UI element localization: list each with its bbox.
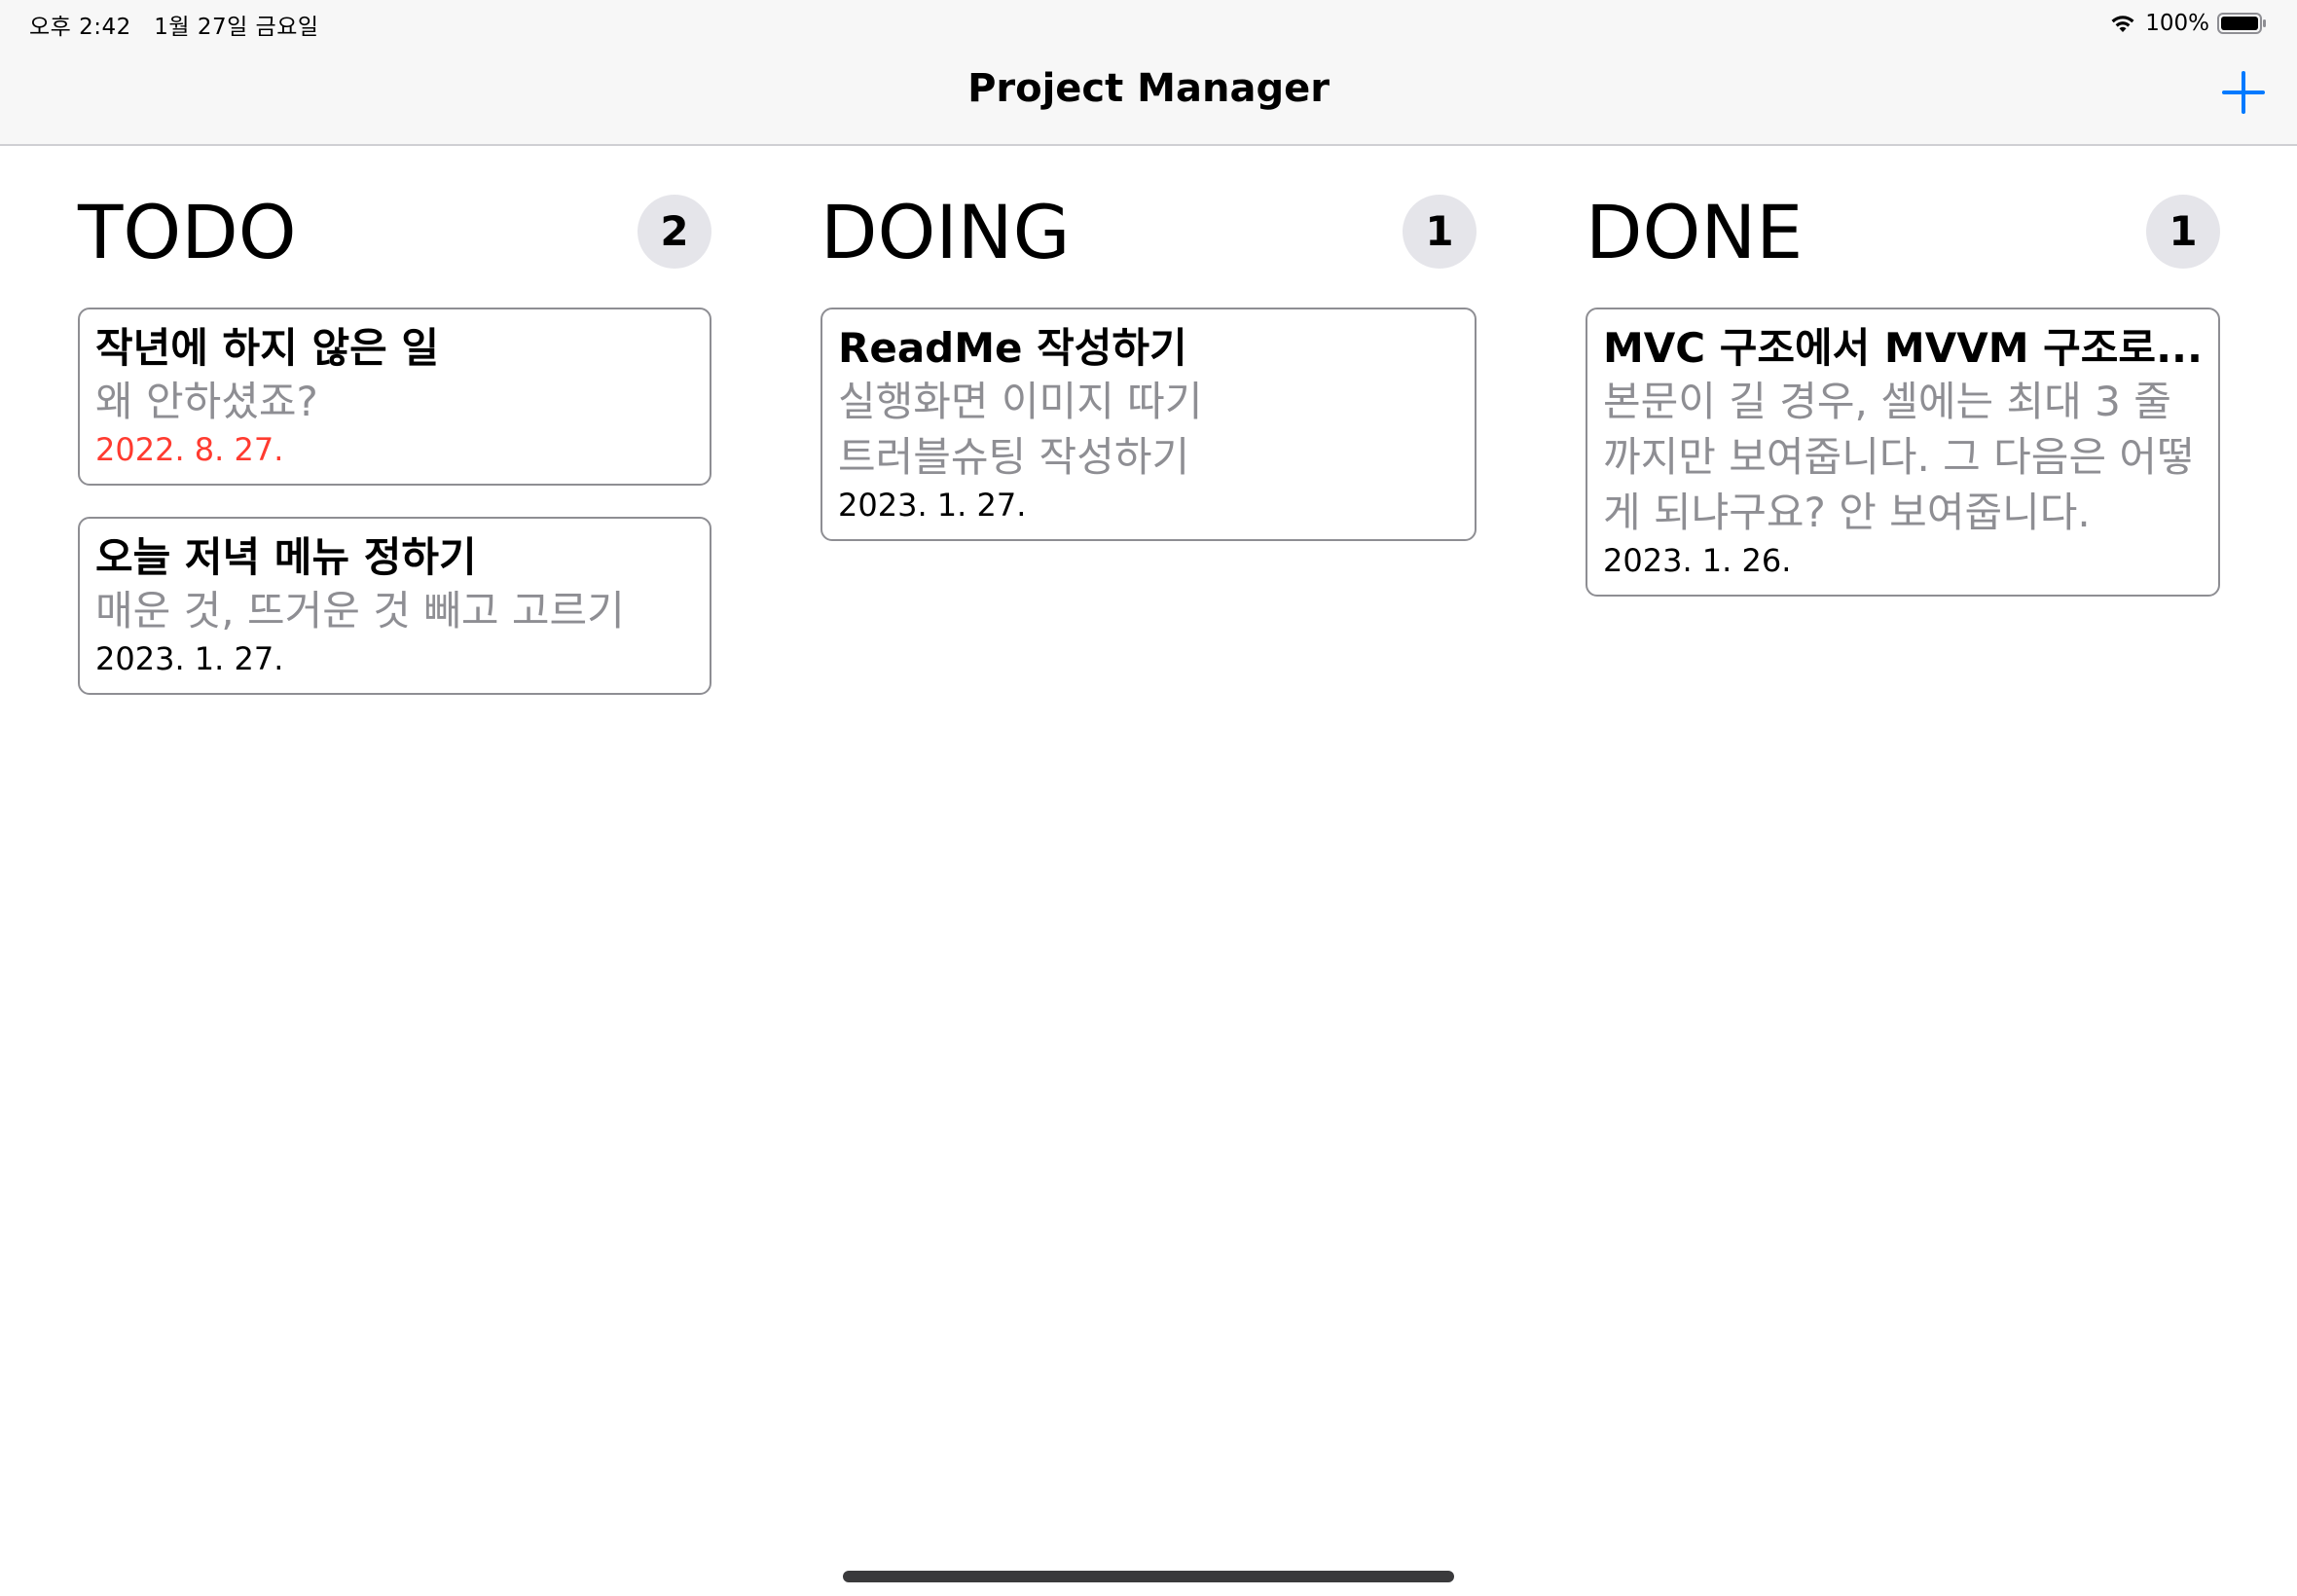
card-date: 2023. 1. 27. xyxy=(838,487,1027,524)
card-title: MVC 구조에서 MVVM 구조로... xyxy=(1603,324,2203,372)
count-badge: 1 xyxy=(2146,195,2220,269)
card-date: 2023. 1. 26. xyxy=(1603,542,1792,579)
column-done: DONE 1 MVC 구조에서 MVVM 구조로... 본문이 길 경우, 셀에… xyxy=(1586,191,2220,597)
navigation-bar: Project Manager xyxy=(0,47,2297,146)
task-card[interactable]: ReadMe 작성하기 실행화면 이미지 따기 트러블슈팅 작성하기 2023.… xyxy=(820,308,1477,541)
task-card[interactable]: MVC 구조에서 MVVM 구조로... 본문이 길 경우, 셀에는 최대 3 … xyxy=(1586,308,2220,597)
page-title: Project Manager xyxy=(967,66,1330,111)
add-button[interactable] xyxy=(2219,68,2268,117)
column-doing: DOING 1 ReadMe 작성하기 실행화면 이미지 따기 트러블슈팅 작성… xyxy=(820,191,1477,541)
battery-icon xyxy=(2217,13,2266,34)
status-bar: 오후 2:42 1월 27일 금요일 100% xyxy=(0,0,2297,47)
wifi-icon xyxy=(2111,16,2134,32)
card-date: 2022. 8. 27. xyxy=(95,431,284,468)
column-title: DONE xyxy=(1586,189,1804,275)
card-title: 오늘 저녁 메뉴 정하기 xyxy=(95,533,477,581)
status-time: 오후 2:42 xyxy=(29,15,131,40)
card-title: ReadMe 작성하기 xyxy=(838,324,1187,372)
column-header: DONE 1 xyxy=(1586,191,2220,274)
column-header: DOING 1 xyxy=(820,191,1477,274)
card-list[interactable]: MVC 구조에서 MVVM 구조로... 본문이 길 경우, 셀에는 최대 3 … xyxy=(1586,308,2220,628)
card-date: 2023. 1. 27. xyxy=(95,640,284,677)
battery-percent: 100% xyxy=(2145,11,2209,36)
column-title: DOING xyxy=(820,189,1071,275)
card-list[interactable]: ReadMe 작성하기 실행화면 이미지 따기 트러블슈팅 작성하기 2023.… xyxy=(820,308,1477,572)
count-badge: 1 xyxy=(1403,195,1477,269)
card-title: 작년에 하지 않은 일 xyxy=(95,324,439,372)
task-card[interactable]: 오늘 저녁 메뉴 정하기 매운 것, 뜨거운 것 빼고 고르기 2023. 1.… xyxy=(78,517,711,695)
card-list[interactable]: 작년에 하지 않은 일 왜 안하셨죠? 2022. 8. 27. 오늘 저녁 메… xyxy=(78,308,711,726)
status-time-date: 오후 2:42 1월 27일 금요일 xyxy=(29,8,319,41)
column-title: TODO xyxy=(78,189,297,275)
column-todo: TODO 2 작년에 하지 않은 일 왜 안하셨죠? 2022. 8. 27. … xyxy=(78,191,711,695)
status-date: 1월 27일 금요일 xyxy=(154,15,319,40)
card-body: 실행화면 이미지 따기 트러블슈팅 작성하기 xyxy=(838,378,1203,481)
card-body: 왜 안하셨죠? xyxy=(95,378,318,425)
task-card[interactable]: 작년에 하지 않은 일 왜 안하셨죠? 2022. 8. 27. xyxy=(78,308,711,486)
card-body: 매운 것, 뜨거운 것 빼고 고르기 xyxy=(95,587,625,635)
status-indicators: 100% xyxy=(2108,6,2268,41)
count-badge: 2 xyxy=(638,195,711,269)
plus-icon xyxy=(2222,71,2265,114)
home-indicator[interactable] xyxy=(843,1571,1454,1582)
column-header: TODO 2 xyxy=(78,191,711,274)
app-screen: 오후 2:42 1월 27일 금요일 100% Project Manager xyxy=(0,0,2297,1596)
card-body: 본문이 길 경우, 셀에는 최대 3 줄까지만 보여줍니다. 그 다음은 어떻게… xyxy=(1603,378,2195,536)
